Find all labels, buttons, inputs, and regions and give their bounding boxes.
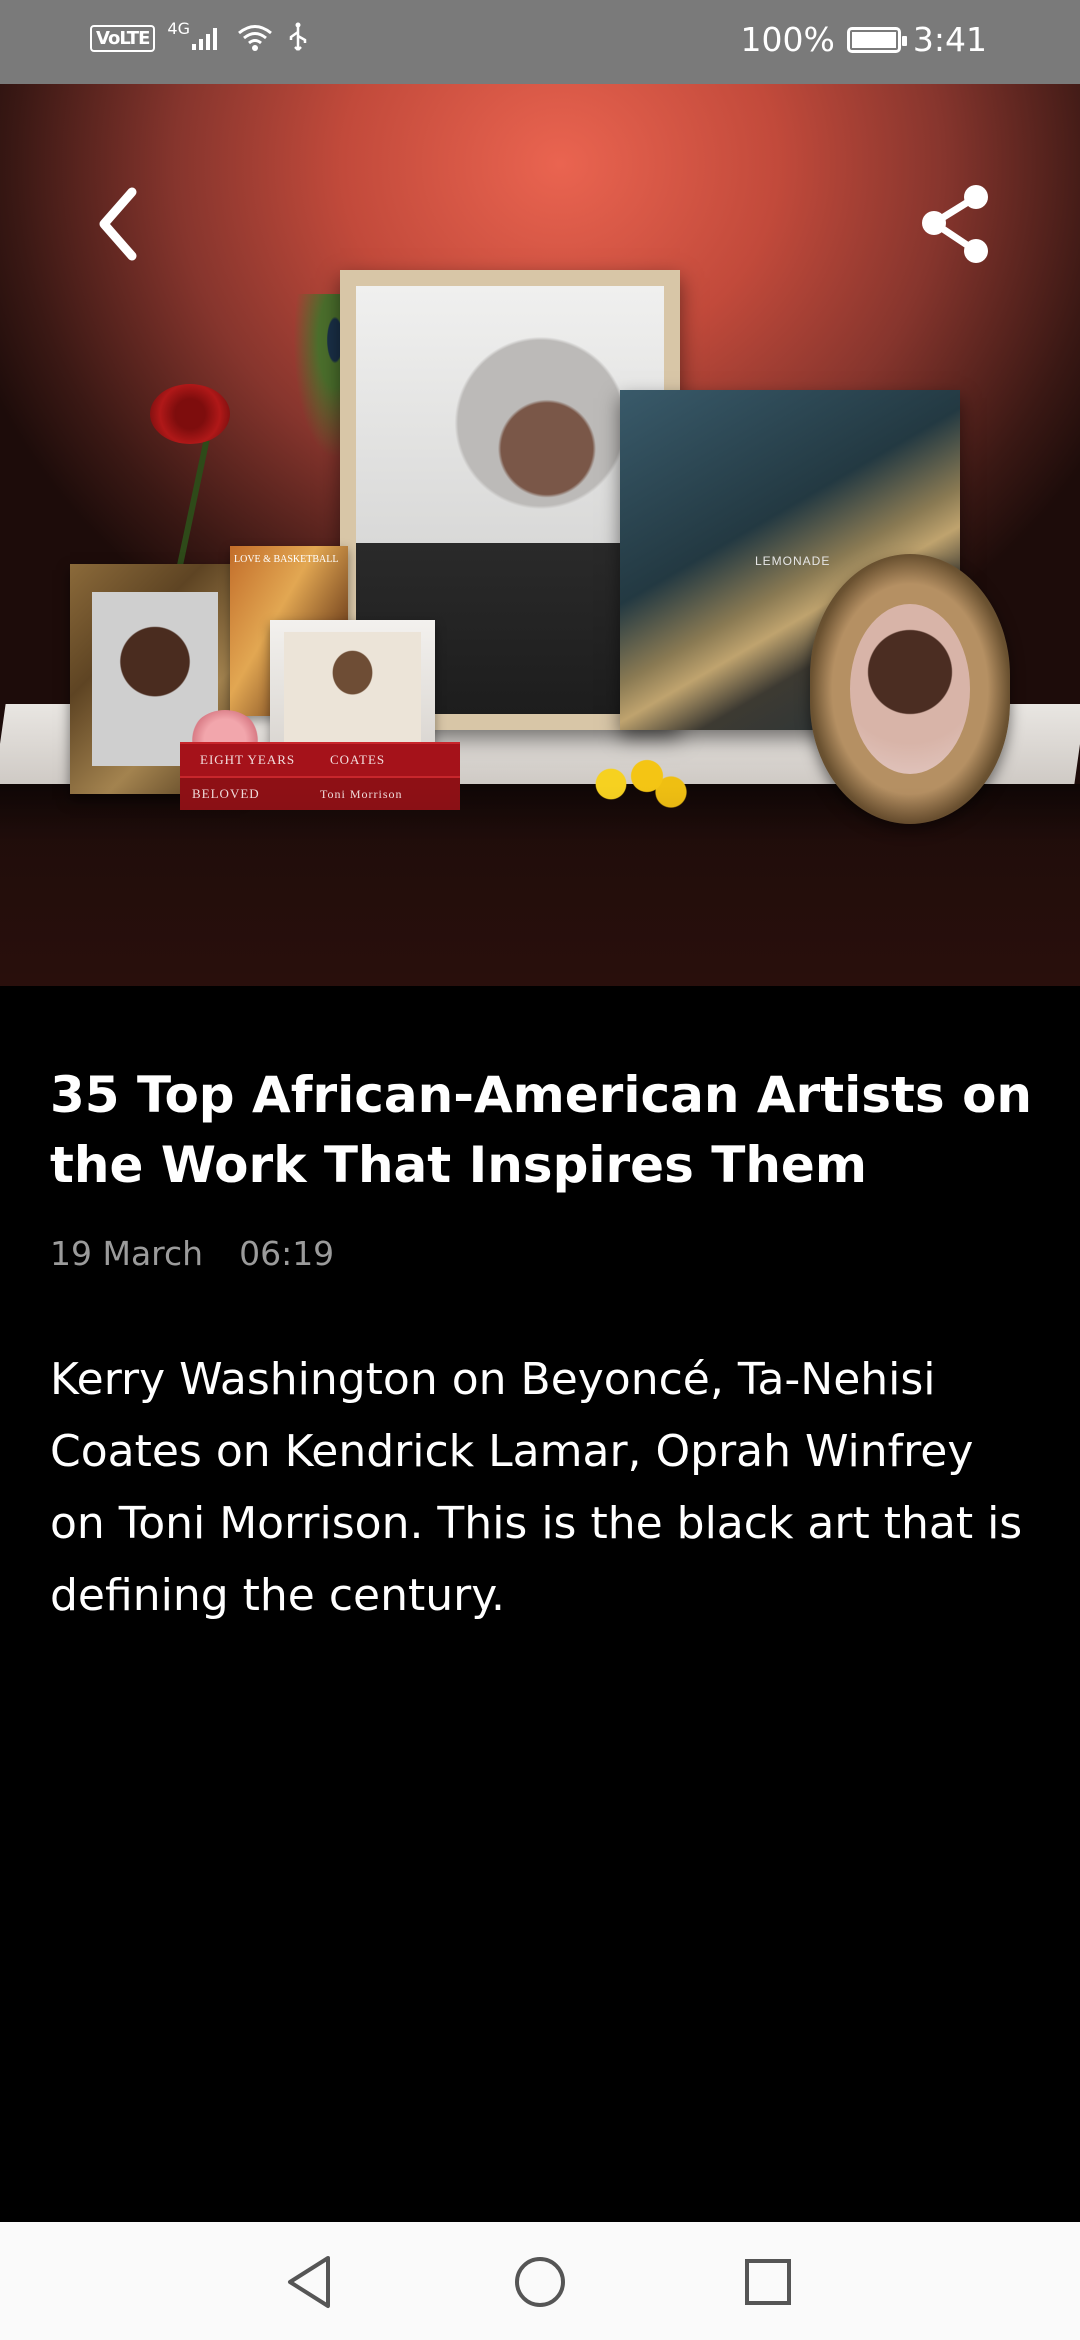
nav-back-button[interactable] (279, 2252, 339, 2312)
system-nav-bar (0, 2222, 1080, 2340)
status-right: 100% 3:41 (741, 20, 987, 59)
nav-home-button[interactable] (510, 2252, 570, 2312)
book-top-author: COATES (330, 752, 386, 767)
article-title: 35 Top African-American Artists on the W… (50, 1066, 1033, 1194)
share-icon (922, 185, 988, 263)
yellow-daffodils (575, 744, 695, 824)
nav-recents-button[interactable] (738, 2252, 798, 2312)
back-button[interactable] (68, 174, 168, 274)
ornate-frame (810, 554, 1010, 824)
article-meta: 19 March 06:19 (50, 1234, 334, 1273)
book-bottom: BELOVED Toni Morrison (180, 776, 460, 810)
share-button[interactable] (906, 174, 1006, 274)
hero-image: LEMONADE LOVE & BASKETBALL EIGHT YEARS C… (0, 84, 1080, 986)
album-label: LEMONADE (755, 554, 831, 568)
dvd-label: LOVE & BASKETBALL (234, 554, 339, 565)
battery-icon (846, 26, 907, 53)
article-summary: Kerry Washington on Beyoncé, Ta-Nehisi C… (50, 1354, 1023, 1621)
square-recents-icon (745, 2259, 791, 2305)
battery-percent: 100% (740, 20, 835, 59)
chevron-left-icon (99, 187, 137, 261)
clock: 3:41 (912, 20, 987, 59)
signal-icon (191, 28, 217, 50)
article-date: 19 March (50, 1234, 204, 1273)
book-top-title: EIGHT YEARS (200, 752, 296, 767)
volte-badge: VoLTE (90, 24, 156, 52)
network-type: 4G (167, 18, 190, 38)
wifi-icon (238, 25, 272, 51)
shelf-shadow (0, 784, 1080, 844)
book-bottom-title: BELOVED (192, 786, 260, 801)
status-bar: VoLTE 4G 100% 3:41 (0, 0, 1080, 84)
red-rose (150, 384, 230, 444)
book-top: EIGHT YEARS COATES (180, 742, 460, 776)
book-bottom-author: Toni Morrison (320, 787, 403, 801)
cd-case (270, 620, 435, 760)
status-left: VoLTE 4G (90, 18, 310, 54)
circle-home-icon (515, 2257, 565, 2307)
rose-stem (176, 439, 210, 569)
triangle-back-icon (288, 2256, 330, 2308)
usb-icon (289, 22, 307, 51)
article-time: 06:19 (239, 1234, 335, 1273)
